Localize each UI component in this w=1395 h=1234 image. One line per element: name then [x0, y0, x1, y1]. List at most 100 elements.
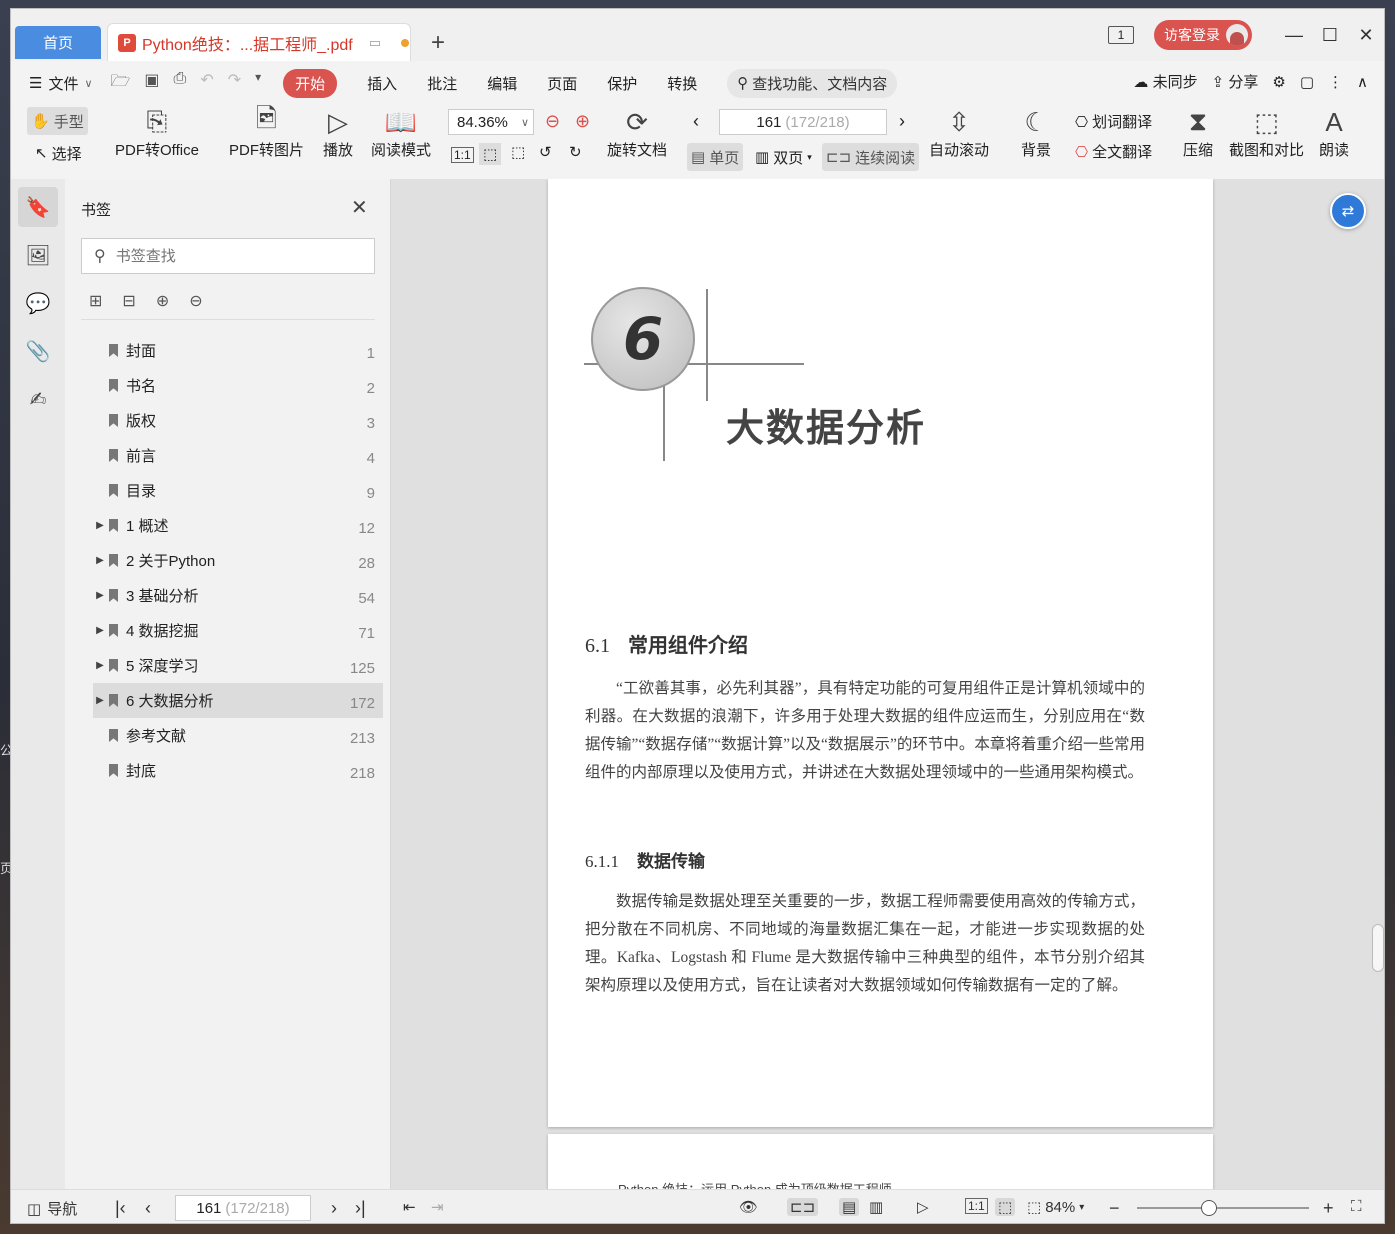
- tab-edit[interactable]: 编辑: [487, 73, 517, 94]
- tab-annotate[interactable]: 批注: [427, 73, 457, 94]
- prev-page-icon[interactable]: ‹: [145, 1198, 151, 1219]
- bookmark-search[interactable]: ⚲: [81, 238, 375, 274]
- undo-icon[interactable]: ↶: [200, 70, 213, 97]
- unsaved-dot-icon[interactable]: [401, 38, 410, 47]
- last-page-icon[interactable]: ›|: [355, 1198, 366, 1219]
- zoom-slider-knob[interactable]: [1201, 1200, 1217, 1216]
- collapse-ribbon-icon[interactable]: ∧: [1357, 73, 1368, 91]
- vertical-scrollbar[interactable]: [1370, 179, 1384, 1189]
- comment-icon[interactable]: ▢: [1300, 73, 1314, 91]
- prev-page-icon[interactable]: ‹: [693, 111, 699, 132]
- bookmark-item[interactable]: ▶ 6 大数据分析 172: [93, 683, 383, 718]
- continuous-read-button[interactable]: ⊏⊐ 连续阅读: [822, 143, 920, 171]
- hand-tool-button[interactable]: ✋ 手型: [27, 107, 88, 135]
- fit-page-icon[interactable]: ⬚: [479, 143, 502, 165]
- fit-width-icon[interactable]: ⬚: [511, 143, 525, 161]
- next-page-icon[interactable]: ›: [331, 1198, 337, 1219]
- fit-page-icon[interactable]: ⬚: [995, 1198, 1016, 1216]
- expand-all-icon[interactable]: ⊞: [89, 291, 102, 311]
- rotate-document-button[interactable]: ⟳ 旋转文档: [607, 105, 667, 160]
- actual-size-icon[interactable]: 1:1: [965, 1198, 988, 1214]
- read-aloud-button[interactable]: A 朗读: [1319, 105, 1349, 160]
- expand-arrow-icon[interactable]: ▶: [93, 590, 107, 601]
- bookmark-item[interactable]: ▶ 5 深度学习 125: [93, 648, 383, 683]
- bookmark-item[interactable]: 参考文献 213: [93, 718, 383, 753]
- tab-insert[interactable]: 插入: [367, 73, 397, 94]
- bookmark-search-input[interactable]: [115, 247, 336, 265]
- bookmark-item[interactable]: ▶ 1 概述 12: [93, 508, 383, 543]
- add-bookmark-icon[interactable]: ⊕: [156, 291, 169, 311]
- navigation-toggle[interactable]: ◫ 导航: [27, 1198, 77, 1219]
- bookmark-item[interactable]: ▶ 2 关于Python 28: [93, 543, 383, 578]
- monitor-icon[interactable]: ▭: [369, 35, 381, 51]
- screenshot-compare-button[interactable]: ⬚ 截图和对比: [1229, 105, 1304, 160]
- pdf-to-office-button[interactable]: ⎘ PDF转Office: [115, 105, 199, 160]
- maximize-icon[interactable]: ☐: [1312, 25, 1348, 46]
- fullscreen-icon[interactable]: ⛶: [1351, 1198, 1362, 1215]
- compress-button[interactable]: ⧗ 压缩: [1183, 105, 1213, 160]
- tab-start[interactable]: 开始: [283, 68, 338, 98]
- expand-arrow-icon[interactable]: ▶: [93, 555, 107, 566]
- zoom-in-icon[interactable]: ⊕: [575, 111, 590, 132]
- page-layout-icon[interactable]: 1: [1108, 26, 1134, 44]
- close-icon[interactable]: ✕: [1348, 25, 1384, 46]
- settings-gear-icon[interactable]: ⚙: [1272, 73, 1285, 91]
- redo-icon[interactable]: ↷: [228, 70, 241, 97]
- bookmark-panel-icon[interactable]: 🔖: [18, 187, 58, 227]
- minimize-icon[interactable]: —: [1276, 25, 1312, 46]
- tab-convert[interactable]: 转换: [667, 73, 697, 94]
- open-folder-icon[interactable]: 🗁: [111, 70, 131, 97]
- select-tool-button[interactable]: ↖ 选择: [31, 139, 86, 167]
- play-icon[interactable]: ▷: [917, 1198, 929, 1216]
- tab-document[interactable]: P Python绝技：...据工程师_.pdf ▭: [107, 23, 411, 61]
- zoom-slider[interactable]: [1137, 1200, 1309, 1216]
- bookmark-item[interactable]: ▶ 3 基础分析 54: [93, 578, 383, 613]
- document-view[interactable]: 6 大数据分析 6.1 常用组件介绍 “工欲善其事，必先利其器”，具有特定功能的可…: [391, 179, 1384, 1189]
- word-translate-button[interactable]: ⎔ 划词翻译: [1075, 111, 1152, 132]
- double-page-button[interactable]: ▥ 双页 ▾: [751, 143, 816, 171]
- full-translate-button[interactable]: ⎔ 全文翻译: [1075, 141, 1152, 162]
- expand-arrow-icon[interactable]: ▶: [93, 520, 107, 531]
- background-button[interactable]: ☾ 背景: [1021, 105, 1051, 160]
- rotate-left-icon[interactable]: ↺: [539, 143, 552, 161]
- read-mode-button[interactable]: 📖 阅读模式: [371, 105, 431, 160]
- floating-tool-button[interactable]: ⇄: [1330, 193, 1366, 229]
- single-page-icon[interactable]: ▤: [839, 1198, 860, 1216]
- feature-search[interactable]: ⚲ 查找功能、文档内容: [727, 68, 898, 98]
- bookmark-item[interactable]: 封面 1: [93, 333, 383, 368]
- page-number-input[interactable]: 161 (172/218): [719, 109, 887, 135]
- file-menu[interactable]: ☰ 文件 ∨: [11, 73, 93, 94]
- actual-size-icon[interactable]: 1:1: [451, 147, 474, 163]
- remove-bookmark-icon[interactable]: ⊖: [189, 291, 202, 311]
- status-zoom-select[interactable]: ⬚ 84% ▾: [1027, 1198, 1084, 1217]
- zoom-in-icon[interactable]: +: [1323, 1198, 1334, 1219]
- bookmark-item[interactable]: 书名 2: [93, 368, 383, 403]
- status-page-input[interactable]: 161 (172/218): [175, 1195, 311, 1221]
- eye-icon[interactable]: 👁: [739, 1198, 758, 1216]
- bookmark-item[interactable]: 封底 218: [93, 753, 383, 788]
- back-icon[interactable]: ⇤: [403, 1198, 416, 1216]
- tab-home[interactable]: 首页: [15, 26, 101, 59]
- cloud-sync-button[interactable]: ☁ 未同步: [1133, 71, 1197, 92]
- new-tab-button[interactable]: +: [431, 29, 445, 57]
- first-page-icon[interactable]: |‹: [115, 1198, 126, 1219]
- rotate-right-icon[interactable]: ↻: [569, 143, 582, 161]
- forward-icon[interactable]: ⇥: [431, 1198, 444, 1216]
- zoom-out-icon[interactable]: ⊖: [545, 111, 560, 132]
- more-vertical-icon[interactable]: ⋮: [1328, 73, 1343, 91]
- single-page-button[interactable]: ▤ 单页: [687, 143, 744, 171]
- collapse-all-icon[interactable]: ⊟: [122, 291, 135, 311]
- scrollbar-thumb[interactable]: [1372, 924, 1384, 972]
- zoom-select[interactable]: 84.36% ∨: [448, 109, 534, 135]
- double-page-icon[interactable]: ▥: [869, 1198, 883, 1216]
- bookmark-item[interactable]: 版权 3: [93, 403, 383, 438]
- attachment-panel-icon[interactable]: 📎: [18, 331, 58, 371]
- expand-arrow-icon[interactable]: ▶: [93, 625, 107, 636]
- expand-arrow-icon[interactable]: ▶: [93, 660, 107, 671]
- bookmark-item[interactable]: ▶ 4 数据挖掘 71: [93, 613, 383, 648]
- signature-panel-icon[interactable]: ✍: [18, 379, 58, 419]
- guest-login-button[interactable]: 访客登录: [1154, 20, 1252, 50]
- zoom-out-icon[interactable]: −: [1109, 1198, 1120, 1219]
- close-icon[interactable]: ✕: [351, 195, 368, 220]
- fit-height-icon[interactable]: ⊏⊐: [787, 1198, 819, 1216]
